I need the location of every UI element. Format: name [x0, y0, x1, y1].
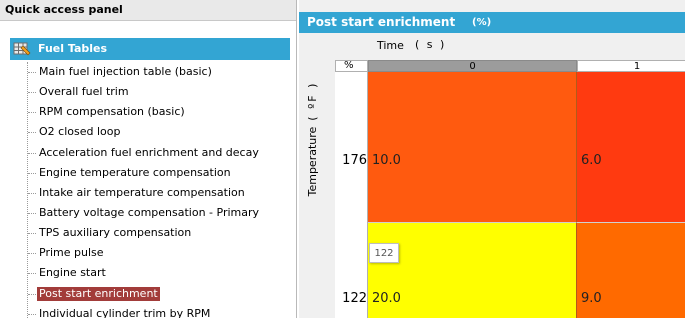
tree-item-label: Overall fuel trim — [39, 85, 129, 99]
fuel-tables-group[interactable]: Fuel Tables — [10, 38, 290, 60]
row-header-label: 122 — [342, 291, 367, 306]
table-cell[interactable]: 20.0 — [368, 223, 577, 318]
column-header-0[interactable]: 0 — [368, 60, 577, 72]
x-axis-label: Time — [377, 39, 404, 52]
tree-item-main-fuel-injection[interactable]: Main fuel injection table (basic) — [0, 62, 296, 82]
tree-item-engine-start[interactable]: Engine start — [0, 263, 296, 283]
x-axis-unit: ( s ) — [415, 38, 447, 51]
fuel-tables-tree: Main fuel injection table (basic) Overal… — [0, 62, 296, 318]
tree-item-label: Intake air temperature compensation — [39, 185, 245, 199]
fuel-tables-icon — [13, 40, 31, 58]
tree-item-post-start-enrichment[interactable]: Post start enrichment — [0, 284, 296, 304]
tree-item-label: Engine temperature compensation — [39, 165, 231, 179]
quick-access-panel: Quick access panel Fuel Tables Main fuel… — [0, 0, 297, 318]
column-header-1[interactable]: 1 — [577, 60, 685, 72]
cell-value: 10.0 — [372, 153, 401, 168]
y-axis-unit: ( ºF ) — [306, 81, 319, 121]
grid-corner: % — [335, 60, 368, 72]
tree-item-tps-auxiliary[interactable]: TPS auxiliary compensation — [0, 223, 296, 243]
table-cell[interactable]: 10.0 — [368, 72, 577, 223]
tree-item-label: Engine start — [39, 266, 106, 280]
tree-item-label: Battery voltage compensation - Primary — [39, 205, 260, 219]
table-title: Post start enrichment — [307, 15, 456, 29]
y-axis-label-container: Temperature ( ºF ) — [305, 80, 329, 200]
table-unit: (%) — [472, 17, 492, 28]
tree-item-label: Main fuel injection table (basic) — [39, 65, 212, 78]
grid-corner-label: % — [344, 60, 354, 71]
y-axis-label-text: Temperature — [306, 126, 319, 197]
table-cell[interactable]: 6.0 — [577, 72, 685, 223]
quick-access-header: Quick access panel — [0, 0, 296, 21]
row-header-label: 176 — [342, 153, 367, 168]
cell-value: 6.0 — [581, 153, 602, 168]
tree-item-individual-cylinder-trim[interactable]: Individual cylinder trim by RPM — [0, 304, 296, 318]
tree-item-label: Individual cylinder trim by RPM — [39, 306, 211, 318]
tree-item-label: TPS auxiliary compensation — [39, 226, 192, 240]
row-header-122[interactable]: 122 — [335, 223, 368, 318]
tree-item-engine-temperature-compensation[interactable]: Engine temperature compensation — [0, 163, 296, 183]
tree-item-intake-air-temperature[interactable]: Intake air temperature compensation — [0, 183, 296, 203]
tree-item-label: O2 closed loop — [39, 125, 121, 139]
table-cell[interactable]: 9.0 — [577, 223, 685, 318]
tree-item-label: Post start enrichment — [37, 286, 160, 301]
quick-access-title: Quick access panel — [5, 3, 123, 16]
table-header: Post start enrichment (%) — [299, 12, 685, 33]
row-header-176[interactable]: 176 — [335, 72, 368, 223]
tree-item-prime-pulse[interactable]: Prime pulse — [0, 243, 296, 263]
cell-value: 9.0 — [581, 291, 602, 306]
cell-value: 20.0 — [372, 291, 401, 306]
tree-item-acceleration-enrichment[interactable]: Acceleration fuel enrichment and decay — [0, 143, 296, 163]
post-start-enrichment-panel: Post start enrichment (%) Time ( s ) Tem… — [299, 0, 685, 318]
tree-item-battery-voltage[interactable]: Battery voltage compensation - Primary — [0, 203, 296, 223]
tree-item-label: Prime pulse — [39, 246, 104, 260]
row-value-tooltip: 122 — [369, 243, 399, 263]
y-axis-label: Temperature ( ºF ) — [306, 79, 328, 199]
tree-item-rpm-compensation[interactable]: RPM compensation (basic) — [0, 102, 296, 122]
tree-item-overall-fuel-trim[interactable]: Overall fuel trim — [0, 82, 296, 102]
tree-item-label: RPM compensation (basic) — [39, 105, 185, 119]
tree-item-label: Acceleration fuel enrichment and decay — [39, 145, 259, 159]
tree-item-o2-closed-loop[interactable]: O2 closed loop — [0, 122, 296, 142]
fuel-tables-label: Fuel Tables — [38, 42, 108, 55]
